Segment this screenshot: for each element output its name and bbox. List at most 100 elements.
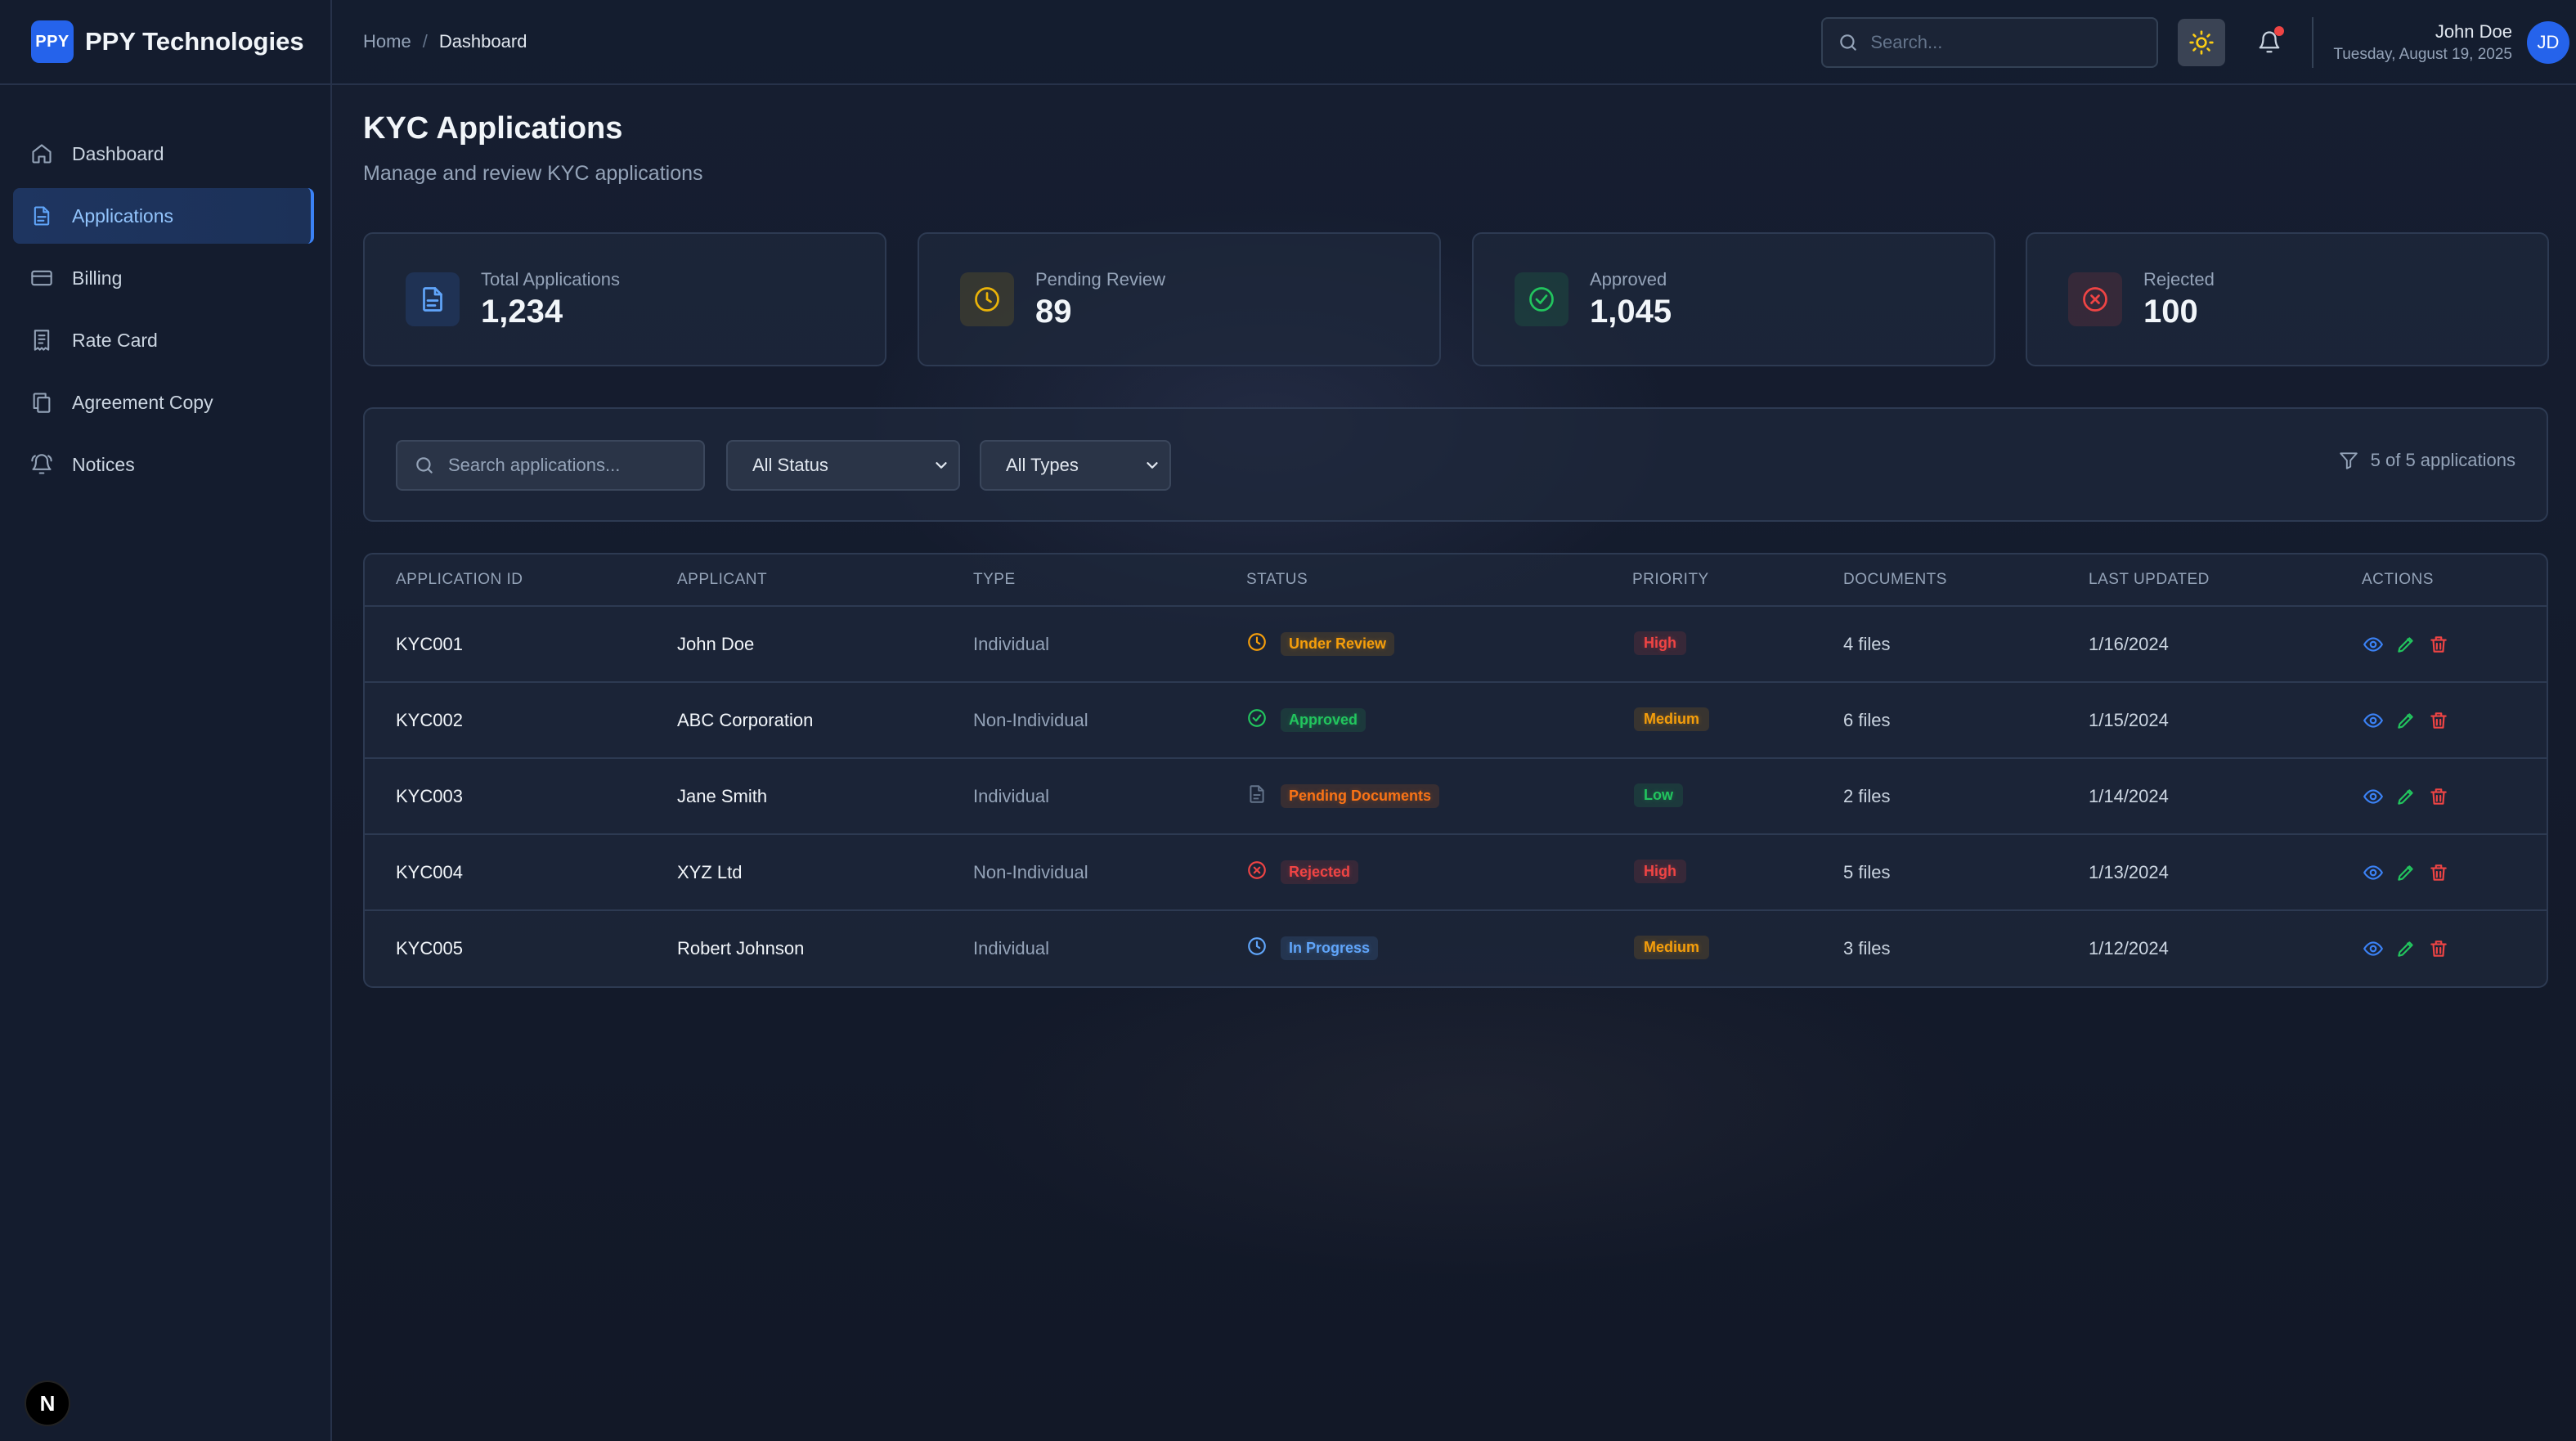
clock-icon bbox=[1246, 631, 1268, 657]
cell-applicant: ABC Corporation bbox=[677, 710, 814, 730]
copy-icon bbox=[29, 390, 54, 415]
document-icon bbox=[29, 204, 54, 228]
edit-icon[interactable] bbox=[2394, 861, 2417, 884]
page-title: KYC Applications bbox=[363, 111, 623, 146]
view-icon[interactable] bbox=[2362, 633, 2385, 656]
table-row[interactable]: KYC002 ABC Corporation Non-Individual Ap… bbox=[365, 683, 2547, 759]
search-icon bbox=[416, 457, 433, 474]
status-label: Under Review bbox=[1281, 632, 1395, 656]
delete-icon[interactable] bbox=[2427, 937, 2450, 960]
check-circle-icon bbox=[1515, 272, 1568, 326]
priority-badge: Low bbox=[1634, 783, 1683, 807]
clock-icon bbox=[960, 272, 1014, 326]
edit-icon[interactable] bbox=[2394, 633, 2417, 656]
table-row[interactable]: KYC001 John Doe Individual Under Review … bbox=[365, 607, 2547, 683]
status-label: Pending Documents bbox=[1281, 784, 1440, 808]
column-header[interactable]: LAST UPDATED bbox=[2089, 571, 2210, 589]
stat-label: Pending Review bbox=[1035, 268, 1165, 290]
stat-card-pending: Pending Review 89 bbox=[918, 232, 1441, 366]
breadcrumb-current: Dashboard bbox=[438, 31, 527, 52]
delete-icon[interactable] bbox=[2427, 633, 2450, 656]
column-header[interactable]: APPLICATION ID bbox=[396, 571, 523, 589]
view-icon[interactable] bbox=[2362, 937, 2385, 960]
column-header[interactable]: STATUS bbox=[1246, 571, 1308, 589]
sidebar-item-notices[interactable]: Notices bbox=[13, 437, 314, 492]
delete-icon[interactable] bbox=[2427, 861, 2450, 884]
view-icon[interactable] bbox=[2362, 785, 2385, 808]
cell-applicant: XYZ Ltd bbox=[677, 862, 743, 882]
brand[interactable]: PPY PPY Technologies bbox=[0, 0, 330, 85]
dev-tools-badge[interactable]: N bbox=[25, 1380, 70, 1426]
priority-badge: Medium bbox=[1634, 936, 1710, 959]
credit-card-icon bbox=[29, 266, 54, 290]
edit-icon[interactable] bbox=[2394, 785, 2417, 808]
table-row[interactable]: KYC005 Robert Johnson Individual In Prog… bbox=[365, 911, 2547, 986]
column-header[interactable]: DOCUMENTS bbox=[1843, 571, 1947, 589]
table-body: KYC001 John Doe Individual Under Review … bbox=[365, 607, 2547, 986]
global-search-placeholder: Search... bbox=[1870, 32, 1943, 52]
search-icon bbox=[1840, 34, 1857, 51]
cell-documents: 4 files bbox=[1843, 634, 1891, 654]
priority-badge: High bbox=[1634, 631, 1686, 655]
type-filter-select[interactable]: All Types bbox=[980, 440, 1171, 491]
brand-name: PPY Technologies bbox=[85, 27, 304, 56]
edit-icon[interactable] bbox=[2394, 709, 2417, 732]
status-label: Approved bbox=[1281, 708, 1367, 732]
delete-icon[interactable] bbox=[2427, 709, 2450, 732]
cell-application-id: KYC002 bbox=[396, 710, 463, 730]
avatar[interactable]: JD bbox=[2527, 21, 2569, 64]
priority-badge: High bbox=[1634, 860, 1686, 883]
sidebar-nav: Dashboard Applications Billing Rate Card… bbox=[0, 85, 330, 492]
status-filter-select[interactable]: All Status bbox=[726, 440, 960, 491]
sidebar-item-billing[interactable]: Billing bbox=[13, 250, 314, 306]
column-header[interactable]: APPLICANT bbox=[677, 571, 767, 589]
chevron-down-icon bbox=[936, 462, 947, 469]
cell-application-id: KYC004 bbox=[396, 862, 463, 882]
receipt-icon bbox=[29, 328, 54, 352]
sidebar-item-label: Applications bbox=[72, 204, 174, 227]
table-row[interactable]: KYC004 XYZ Ltd Non-Individual Rejected H… bbox=[365, 835, 2547, 911]
cell-type: Non-Individual bbox=[973, 862, 1088, 882]
header-actions: Search... John Doe Tuesday, August 19, 2… bbox=[1821, 0, 2569, 85]
notification-dot bbox=[2274, 26, 2285, 36]
stat-card-total: Total Applications 1,234 bbox=[363, 232, 886, 366]
user-name: John Doe bbox=[2435, 21, 2512, 42]
sidebar-item-dashboard[interactable]: Dashboard bbox=[13, 126, 314, 182]
notifications-button[interactable] bbox=[2248, 21, 2291, 64]
table-row[interactable]: KYC003 Jane Smith Individual Pending Doc… bbox=[365, 759, 2547, 835]
status-badge: Under Review bbox=[1246, 631, 1395, 657]
sidebar-item-applications[interactable]: Applications bbox=[13, 188, 314, 244]
column-header[interactable]: PRIORITY bbox=[1632, 571, 1709, 589]
top-header: Home / Dashboard Search... John Doe Tues… bbox=[332, 0, 2576, 85]
view-icon[interactable] bbox=[2362, 861, 2385, 884]
cell-last-updated: 1/16/2024 bbox=[2089, 634, 2169, 654]
cell-applicant: John Doe bbox=[677, 634, 755, 654]
status-badge: In Progress bbox=[1246, 936, 1379, 961]
cell-applicant: Jane Smith bbox=[677, 786, 768, 806]
global-search-input[interactable]: Search... bbox=[1821, 17, 2159, 68]
header-divider bbox=[2312, 17, 2314, 68]
cell-documents: 2 files bbox=[1843, 786, 1891, 806]
column-header: ACTIONS bbox=[2362, 571, 2434, 588]
file-icon bbox=[1246, 783, 1268, 809]
edit-icon[interactable] bbox=[2394, 937, 2417, 960]
sidebar-item-agreement-copy[interactable]: Agreement Copy bbox=[13, 375, 314, 430]
chevron-down-icon bbox=[1147, 462, 1158, 469]
cell-last-updated: 1/15/2024 bbox=[2089, 710, 2169, 730]
stat-value: 1,234 bbox=[481, 293, 563, 330]
breadcrumb-home[interactable]: Home bbox=[363, 31, 411, 52]
table-header: APPLICATION ID APPLICANT TYPE STATUS PRI… bbox=[365, 554, 2547, 607]
type-filter-value: All Types bbox=[1006, 455, 1079, 475]
row-actions bbox=[2362, 861, 2460, 884]
row-actions bbox=[2362, 785, 2460, 808]
column-header[interactable]: TYPE bbox=[973, 571, 1016, 589]
x-circle-icon bbox=[2068, 272, 2122, 326]
filter-bar: Search applications... All Status All Ty… bbox=[363, 407, 2548, 522]
status-label: In Progress bbox=[1281, 936, 1379, 960]
delete-icon[interactable] bbox=[2427, 785, 2450, 808]
cell-documents: 3 files bbox=[1843, 938, 1891, 958]
sidebar-item-rate-card[interactable]: Rate Card bbox=[13, 312, 314, 368]
theme-toggle-button[interactable] bbox=[2178, 19, 2226, 66]
view-icon[interactable] bbox=[2362, 709, 2385, 732]
applications-search-input[interactable]: Search applications... bbox=[396, 440, 705, 491]
